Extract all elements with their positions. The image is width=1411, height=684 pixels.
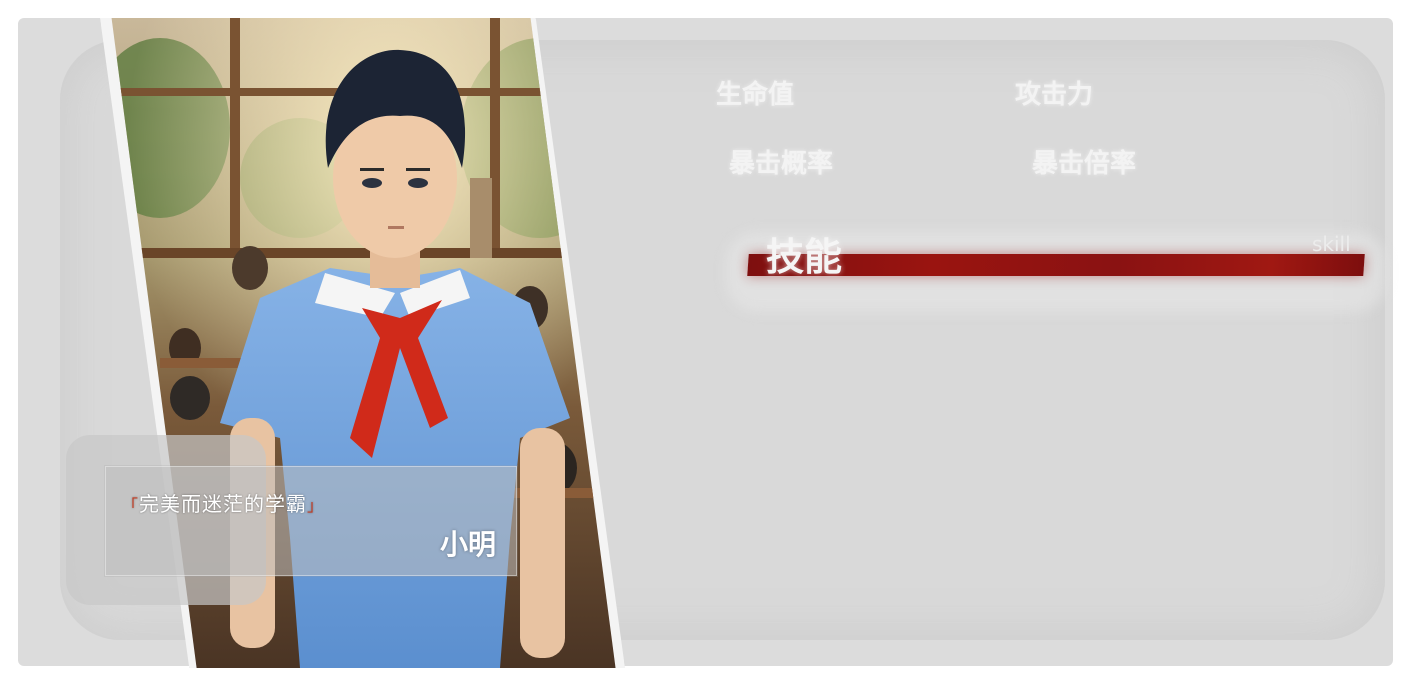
epithet-text: 完美而迷茫的学霸 bbox=[139, 492, 308, 516]
character-nameplate: 小明 bbox=[105, 466, 517, 576]
stat-atk-label: 攻击力 bbox=[1015, 80, 1094, 110]
character-name: 小明 bbox=[439, 528, 496, 561]
skill-section-title: 技能 bbox=[766, 235, 843, 279]
epithet-open-bracket: 「 bbox=[122, 496, 140, 515]
skill-section-subtitle: skill bbox=[1312, 232, 1351, 256]
stat-crit-dmg-label: 暴击倍率 bbox=[1032, 149, 1137, 179]
stat-crit-rate-label: 暴击概率 bbox=[729, 149, 834, 179]
character-epithet: 「完美而迷茫的学霸」 bbox=[122, 488, 324, 517]
stat-hp-label: 生命值 bbox=[716, 80, 795, 110]
epithet-close-bracket: 」 bbox=[307, 496, 325, 515]
character-detail-screen: 小明 「完美而迷茫的学霸」 生命值 攻击力 暴击概率 暴击倍率 技能 skill bbox=[0, 0, 1411, 684]
